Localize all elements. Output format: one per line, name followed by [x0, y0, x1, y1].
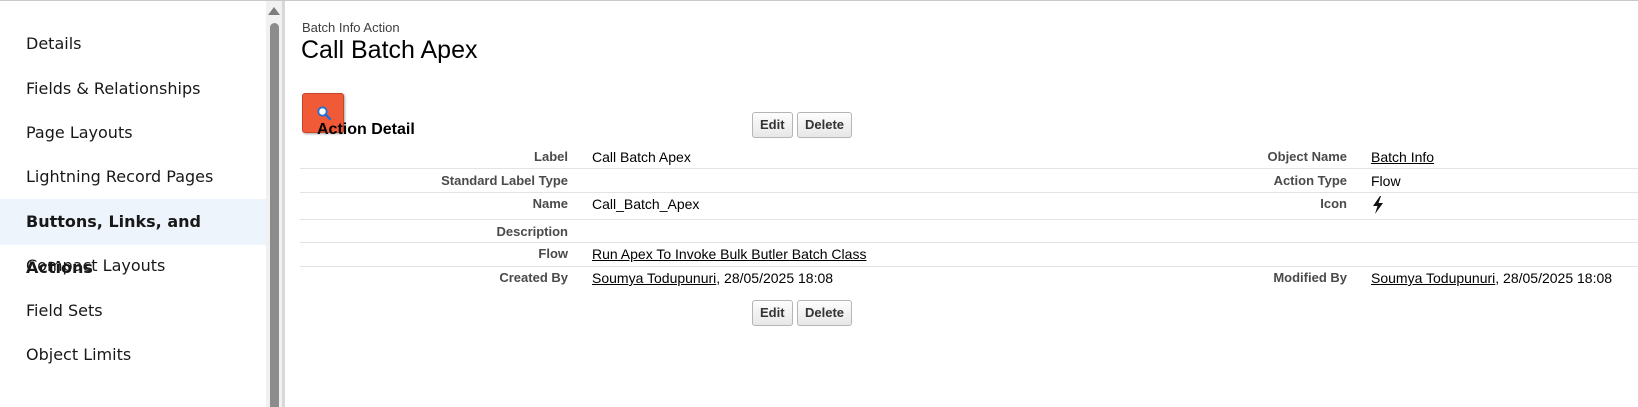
field-label-icon: Icon	[1320, 196, 1347, 211]
field-value-name: Call_Batch_Apex	[592, 196, 700, 212]
field-label-flow: Flow	[538, 246, 568, 261]
modified-by-user-link[interactable]: Soumya Todupunuri	[1371, 270, 1495, 286]
breadcrumb: Batch Info Action	[302, 20, 400, 35]
scroll-up-arrow-icon[interactable]	[268, 7, 280, 15]
field-label-standard-label-type: Standard Label Type	[441, 173, 568, 188]
sidebar-item-compact-layouts[interactable]: Compact Layouts	[0, 243, 266, 289]
detail-row-standard-label-type: Standard Label Type Action Type Flow	[300, 168, 1638, 193]
field-label-created-by: Created By	[499, 270, 568, 285]
search-icon	[317, 106, 332, 121]
flow-link[interactable]: Run Apex To Invoke Bulk Butler Batch Cla…	[592, 246, 866, 262]
field-value-action-type: Flow	[1371, 173, 1401, 189]
field-label-action-type: Action Type	[1273, 173, 1347, 188]
sidebar-item-object-limits[interactable]: Object Limits	[0, 332, 266, 378]
detail-row-created-modified: Created By Soumya Todupunuri, 28/05/2025…	[300, 266, 1638, 290]
object-manager-sidebar: Details Fields & Relationships Page Layo…	[0, 1, 266, 407]
delete-button-top[interactable]: Delete	[797, 112, 853, 138]
field-value-modified-by: Soumya Todupunuri, 28/05/2025 18:08	[1371, 270, 1612, 286]
edit-button-top[interactable]: Edit	[752, 112, 793, 138]
field-label-label: Label	[534, 149, 568, 164]
field-label-modified-by: Modified By	[1273, 270, 1347, 285]
sidebar-item-page-layouts[interactable]: Page Layouts	[0, 110, 266, 156]
page-title: Call Batch Apex	[301, 36, 478, 64]
field-value-icon	[1371, 196, 1385, 217]
detail-row-description: Description	[300, 219, 1638, 243]
edit-button-bottom[interactable]: Edit	[752, 300, 793, 326]
object-name-link[interactable]: Batch Info	[1371, 149, 1434, 165]
lightning-bolt-icon	[1373, 196, 1383, 214]
sidebar-item-details[interactable]: Details	[0, 21, 266, 67]
created-by-date: , 28/05/2025 18:08	[716, 270, 834, 286]
detail-row-flow: Flow Run Apex To Invoke Bulk Butler Batc…	[300, 242, 1638, 267]
sidebar-item-lightning-record-pages[interactable]: Lightning Record Pages	[0, 154, 266, 200]
sidebar-item-field-sets[interactable]: Field Sets	[0, 288, 266, 334]
sidebar-item-fields-relationships[interactable]: Fields & Relationships	[0, 66, 266, 112]
action-detail-page: Batch Info Action Call Batch Apex Action…	[300, 1, 1638, 407]
field-label-object-name: Object Name	[1267, 149, 1347, 164]
detail-row-label: Label Call Batch Apex Object Name Batch …	[300, 143, 1638, 169]
field-value-created-by: Soumya Todupunuri, 28/05/2025 18:08	[592, 270, 833, 286]
scroll-thumb[interactable]	[270, 23, 279, 407]
field-label-description: Description	[496, 224, 568, 239]
field-label-name: Name	[532, 196, 568, 211]
detail-row-name: Name Call_Batch_Apex Icon	[300, 192, 1638, 220]
section-title: Action Detail	[317, 121, 415, 138]
delete-button-bottom[interactable]: Delete	[797, 300, 853, 326]
panel-divider	[282, 1, 285, 407]
created-by-user-link[interactable]: Soumya Todupunuri	[592, 270, 716, 286]
modified-by-date: , 28/05/2025 18:08	[1495, 270, 1613, 286]
sidebar-scrollbar[interactable]	[266, 1, 282, 407]
sidebar-item-buttons-links-actions[interactable]: Buttons, Links, and Actions	[0, 199, 266, 277]
field-value-label: Call Batch Apex	[592, 149, 691, 165]
